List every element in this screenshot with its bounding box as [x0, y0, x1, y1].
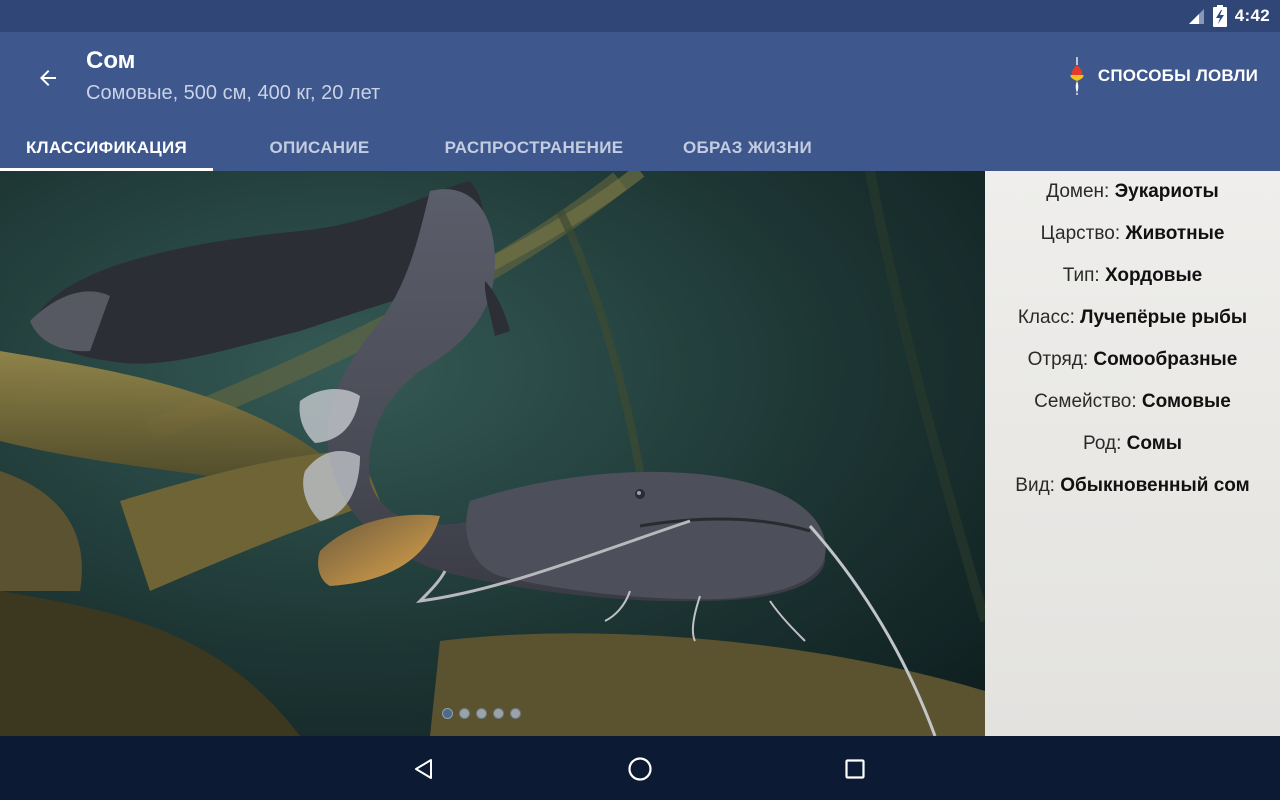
content-area: Домен: Эукариоты Царство: Животные Тип: …: [0, 171, 1280, 736]
fishing-float-icon: [1070, 57, 1084, 95]
classification-value: Сомообразные: [1093, 349, 1238, 370]
tab-label: РАСПРОСТРАНЕНИЕ: [444, 137, 624, 157]
app-bar: Сом Сомовые, 500 см, 400 кг, 20 лет СПОС…: [0, 32, 1280, 171]
classification-value: Животные: [1125, 223, 1225, 244]
classification-row-family: Семейство: Сомовые: [985, 391, 1280, 413]
arrow-left-icon: [40, 70, 56, 86]
classification-row-class: Класс: Лучепёрые рыбы: [985, 307, 1280, 329]
recents-square-icon: [845, 759, 865, 779]
gallery-dot-3[interactable]: [476, 708, 487, 719]
page-title: Сом: [86, 47, 136, 74]
classification-row-domain: Домен: Эукариоты: [985, 181, 1280, 203]
nav-back-button[interactable]: [407, 752, 441, 786]
signal-icon: [1188, 9, 1204, 24]
classification-label: Род:: [1083, 433, 1122, 454]
system-nav-bar: [0, 736, 1280, 800]
tab-label: КЛАССИФИКАЦИЯ: [25, 137, 188, 157]
classification-label: Тип:: [1062, 265, 1100, 286]
gallery-dot-1[interactable]: [442, 708, 453, 719]
classification-label: Класс:: [1017, 307, 1075, 328]
tab-label: ОБРАЗ ЖИЗНИ: [683, 137, 812, 157]
tab-lifestyle[interactable]: ОБРАЗ ЖИЗНИ: [650, 124, 845, 171]
gallery-dot-4[interactable]: [493, 708, 504, 719]
classification-row-phylum: Тип: Хордовые: [985, 265, 1280, 287]
classification-value: Эукариоты: [1114, 181, 1219, 202]
page-subtitle: Сомовые, 500 см, 400 кг, 20 лет: [86, 82, 381, 104]
status-icons: 4:42: [1187, 0, 1270, 32]
classification-value: Хордовые: [1104, 265, 1203, 286]
gallery-dot-5[interactable]: [510, 708, 521, 719]
battery-charging-icon: [1212, 5, 1227, 27]
gallery-page-indicator: [442, 708, 521, 719]
classification-row-kingdom: Царство: Животные: [985, 223, 1280, 245]
nav-recents-button[interactable]: [838, 752, 872, 786]
classification-label: Отряд:: [1027, 349, 1089, 370]
status-time: 4:42: [1234, 6, 1270, 25]
classification-row-order: Отряд: Сомообразные: [985, 349, 1280, 371]
classification-value: Сомовые: [1141, 391, 1231, 412]
back-triangle-icon: [415, 759, 432, 779]
classification-label: Вид:: [1015, 475, 1055, 496]
tab-description[interactable]: ОПИСАНИЕ: [213, 124, 426, 171]
tab-distribution[interactable]: РАСПРОСТРАНЕНИЕ: [426, 124, 642, 171]
fish-photo-gallery[interactable]: [0, 171, 985, 736]
status-bar: 4:42: [0, 0, 1280, 32]
classification-row-genus: Род: Сомы: [985, 433, 1280, 455]
classification-label: Семейство:: [1034, 391, 1137, 412]
classification-panel: Домен: Эукариоты Царство: Животные Тип: …: [985, 171, 1280, 736]
classification-row-species: Вид: Обыкновенный сом: [985, 475, 1280, 497]
home-circle-icon: [628, 757, 652, 781]
tab-label: ОПИСАНИЕ: [269, 137, 370, 157]
tab-bar: КЛАССИФИКАЦИЯ ОПИСАНИЕ РАСПРОСТРАНЕНИЕ О…: [0, 124, 1280, 171]
nav-home-button[interactable]: [623, 752, 657, 786]
classification-value: Лучепёрые рыбы: [1080, 307, 1248, 328]
classification-label: Царство:: [1040, 223, 1121, 244]
classification-value: Сомы: [1126, 433, 1182, 454]
tab-classification[interactable]: КЛАССИФИКАЦИЯ: [0, 124, 213, 171]
gallery-dot-2[interactable]: [459, 708, 470, 719]
classification-label: Домен:: [1046, 181, 1110, 202]
catfish-photo: [0, 171, 985, 736]
fishing-methods-label: СПОСОБЫ ЛОВЛИ: [1097, 66, 1258, 85]
classification-value: Обыкновенный сом: [1060, 475, 1250, 496]
back-button[interactable]: [30, 60, 66, 96]
fishing-methods-button[interactable]: СПОСОБЫ ЛОВЛИ: [1066, 57, 1258, 95]
